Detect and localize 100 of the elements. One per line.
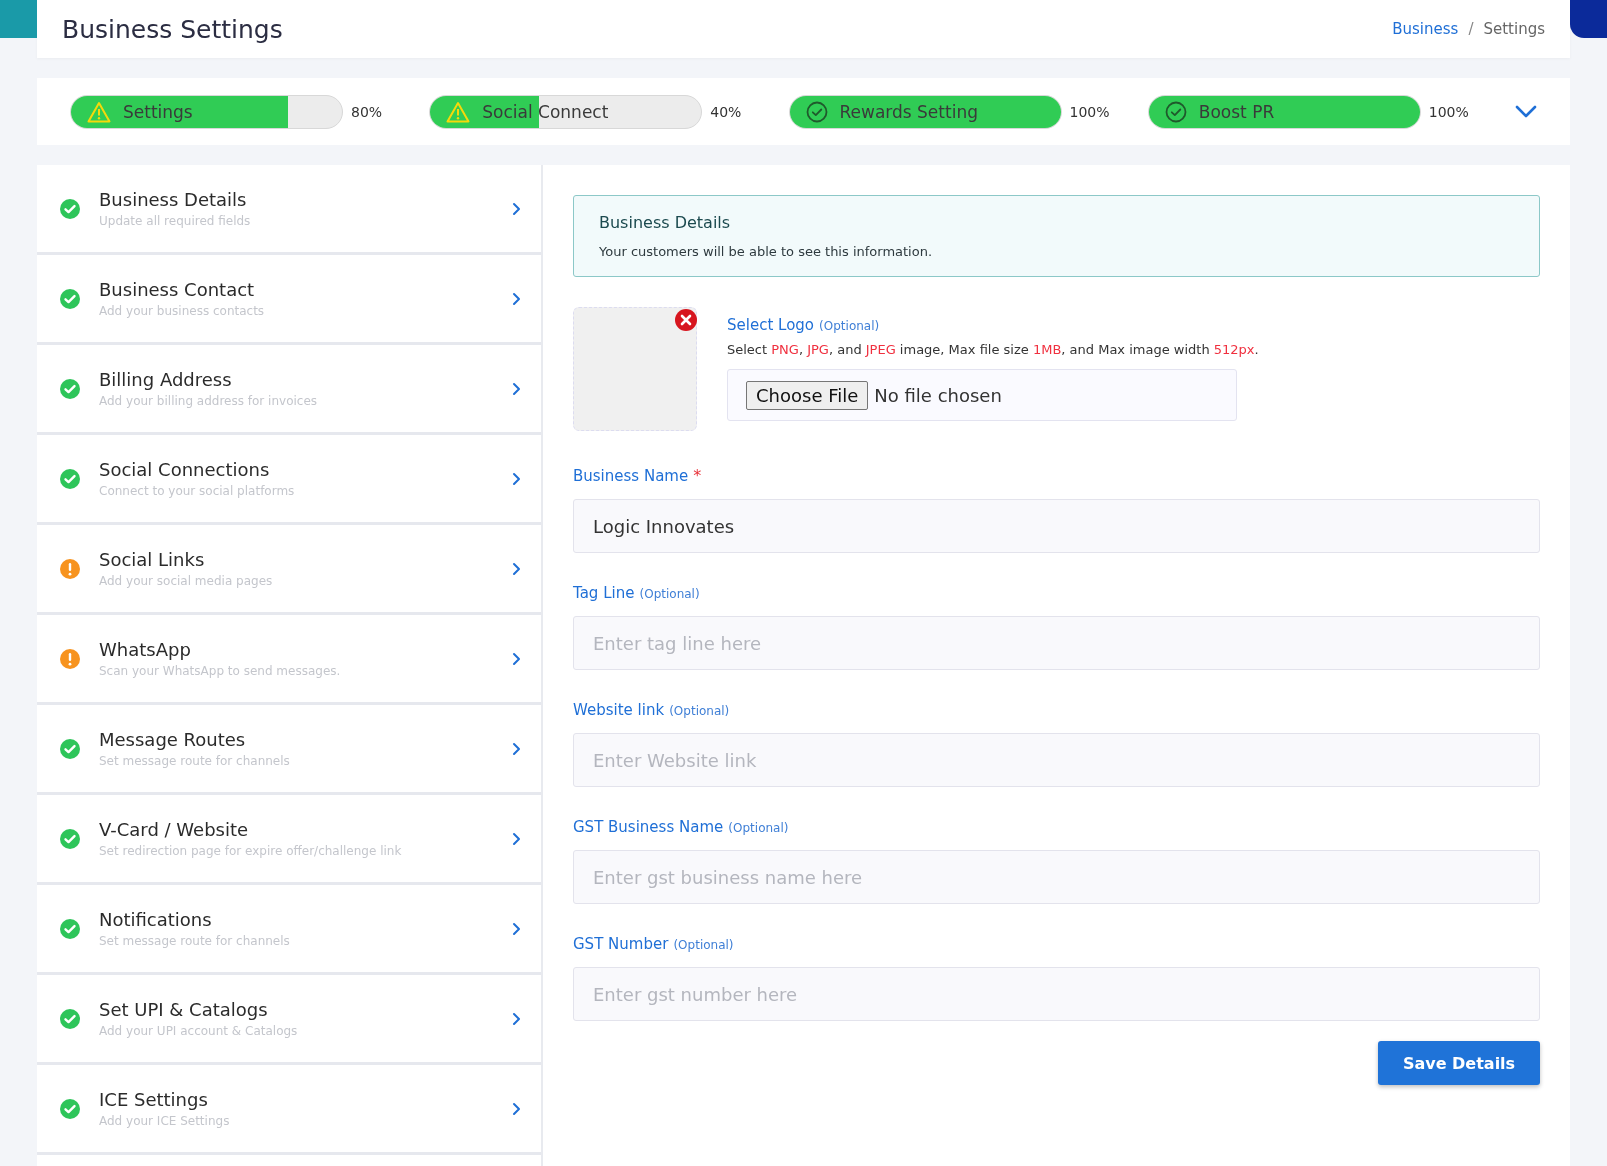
progress-bar[interactable]: Rewards Setting xyxy=(788,94,1062,129)
check-circle-icon xyxy=(59,1097,81,1120)
sidebar-item[interactable]: ICE Settings Add your ICE Settings xyxy=(37,1065,541,1155)
sidebar-item[interactable]: V-Card / Website Set redirection page for expire offer/challenge link xyxy=(37,795,541,885)
chevron-right-icon xyxy=(512,741,521,756)
exclamation-circle-icon xyxy=(59,647,81,670)
banner-title: Business Details xyxy=(599,213,732,232)
sidebar-item[interactable]: Social Connections Connect to your social platforms xyxy=(37,435,541,525)
progress-bar[interactable]: Boost PR xyxy=(1147,94,1421,129)
progress-label: Social Connect xyxy=(482,101,609,122)
chevron-right-icon xyxy=(512,1011,521,1026)
progress-percent: 40% xyxy=(710,103,742,120)
save-button[interactable]: Save Details xyxy=(1378,1041,1540,1085)
item-title: Billing Address xyxy=(99,369,233,390)
file-input[interactable]: Choose File No file chosen xyxy=(727,369,1237,421)
check-circle-icon xyxy=(59,827,81,850)
remove-icon[interactable] xyxy=(674,308,698,332)
chevron-right-icon xyxy=(512,651,521,666)
text-field[interactable]: Enter Website link xyxy=(573,733,1540,787)
text-field[interactable]: Enter gst business name here xyxy=(573,850,1540,904)
exclamation-circle-icon xyxy=(59,557,81,580)
check-circle-icon xyxy=(59,467,81,490)
optional-note: (Optional) xyxy=(639,587,700,601)
progress-percent: 100% xyxy=(1428,103,1469,120)
check-circle-icon xyxy=(59,197,81,220)
optional-note: (Optional) xyxy=(673,938,734,952)
item-title: WhatsApp xyxy=(99,639,192,660)
item-subtitle: Connect to your social platforms xyxy=(99,484,296,498)
check-circle-icon xyxy=(59,737,81,760)
item-subtitle: Scan your WhatsApp to send messages. xyxy=(99,664,342,678)
sidebar-item[interactable]: Social Links Add your social media pages xyxy=(37,525,541,615)
chevron-right-icon xyxy=(512,381,521,396)
check-circle-icon xyxy=(59,287,81,310)
sidebar-item[interactable]: Business Details Update all required fields xyxy=(37,165,541,255)
item-subtitle: Add your UPI account & Catalogs xyxy=(99,1024,299,1038)
file-hint: Select PNG, JPG, and JPEG image, Max file size 1MB, and Max image width 512px. xyxy=(727,342,1259,357)
sidebar-item[interactable]: WhatsApp Scan your WhatsApp to send messages. xyxy=(37,615,541,705)
check-circle-icon xyxy=(805,100,828,123)
field-label: Website link xyxy=(573,701,665,719)
item-title: Social Connections xyxy=(99,459,271,480)
chevron-right-icon xyxy=(512,201,521,216)
check-circle-icon xyxy=(1164,100,1187,123)
field-label: Business Name xyxy=(573,467,689,485)
chevron-right-icon xyxy=(512,471,521,486)
sidebar-item[interactable]: Message Routes Set message route for channels xyxy=(37,705,541,795)
item-title: ICE Settings xyxy=(99,1089,209,1110)
text-field[interactable]: Enter gst number here xyxy=(573,967,1540,1021)
sidebar-item[interactable]: Business Contact Add your business contacts xyxy=(37,255,541,345)
item-subtitle: Set message route for channels xyxy=(99,934,291,948)
item-subtitle: Set redirection page for expire offer/challenge link xyxy=(99,844,403,858)
chevron-right-icon xyxy=(512,921,521,936)
item-title: Business Details xyxy=(99,189,248,210)
item-title: Social Links xyxy=(99,549,206,570)
field-label: GST Number xyxy=(573,935,669,953)
item-title: Business Contact xyxy=(99,279,256,300)
field-label: Select Logo xyxy=(727,316,814,334)
item-subtitle: Add your business contacts xyxy=(99,304,266,318)
banner-text: Your customers will be able to see this information. xyxy=(599,244,934,259)
item-title: Notifications xyxy=(99,909,213,930)
item-subtitle: Add your ICE Settings xyxy=(99,1114,231,1128)
page-title: Business Settings xyxy=(62,14,283,44)
check-circle-icon xyxy=(59,377,81,400)
progress-percent: 80% xyxy=(351,103,383,120)
optional-note: (Optional) xyxy=(819,319,880,333)
corner-decoration xyxy=(1570,0,1607,38)
item-subtitle: Update all required fields xyxy=(99,214,252,228)
progress-bar[interactable]: Social Connect xyxy=(429,94,703,129)
check-circle-icon xyxy=(59,1007,81,1030)
warning-triangle-icon xyxy=(446,100,471,123)
sidebar-item[interactable]: Set UPI & Catalogs Add your UPI account & Catalogs xyxy=(37,975,541,1065)
item-title: Set UPI & Catalogs xyxy=(99,999,269,1020)
item-title: V-Card / Website xyxy=(99,819,250,840)
item-subtitle: Add your social media pages xyxy=(99,574,274,588)
sidebar-item[interactable]: Billing Address Add your billing address for invoices xyxy=(37,345,541,435)
breadcrumb-link[interactable]: Business xyxy=(1392,20,1459,38)
chevron-down-icon[interactable] xyxy=(1515,105,1537,118)
chevron-right-icon xyxy=(512,291,521,306)
choose-file-button[interactable]: Choose File xyxy=(746,380,869,410)
chevron-right-icon xyxy=(512,1101,521,1116)
sidebar-item[interactable]: Notifications Set message route for channels xyxy=(37,885,541,975)
progress-label: Settings xyxy=(123,101,193,122)
required-mark: * xyxy=(693,466,702,485)
progress-bar[interactable]: Settings xyxy=(70,94,343,129)
text-field[interactable]: Enter tag line here xyxy=(573,616,1540,670)
chevron-right-icon xyxy=(512,561,521,576)
item-subtitle: Set message route for channels xyxy=(99,754,291,768)
text-field[interactable]: Logic Innovates xyxy=(573,499,1540,553)
check-circle-icon xyxy=(59,917,81,940)
progress-percent: 100% xyxy=(1069,103,1110,120)
optional-note: (Optional) xyxy=(669,704,730,718)
optional-note: (Optional) xyxy=(728,821,789,835)
warning-triangle-icon xyxy=(87,100,111,123)
item-title: Message Routes xyxy=(99,729,247,750)
breadcrumb-separator: / xyxy=(1468,20,1474,38)
corner-decoration xyxy=(0,0,37,38)
progress-label: Rewards Setting xyxy=(839,101,978,122)
item-subtitle: Add your billing address for invoices xyxy=(99,394,319,408)
progress-label: Boost PR xyxy=(1198,101,1275,122)
breadcrumb-current: Settings xyxy=(1483,20,1545,38)
chevron-right-icon xyxy=(512,831,521,846)
